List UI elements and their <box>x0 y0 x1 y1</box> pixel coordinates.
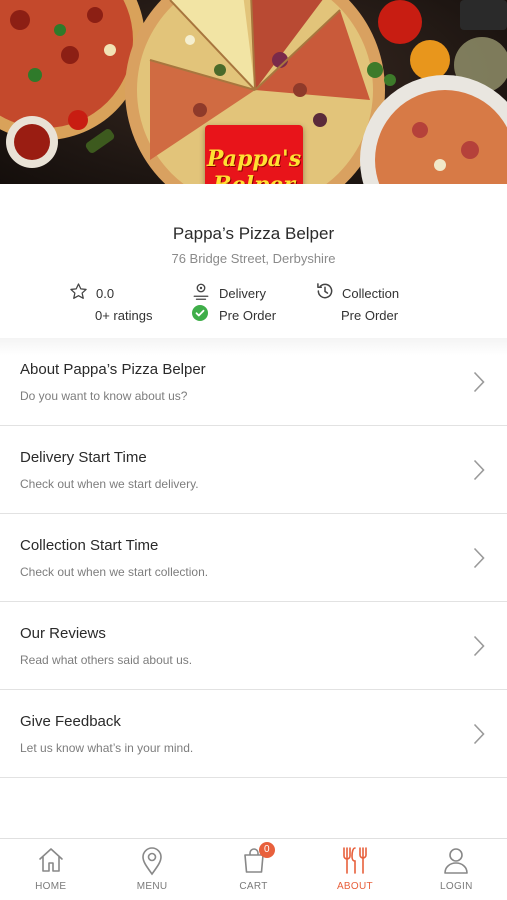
map-pin-icon <box>137 845 167 882</box>
rating-count: 0+ ratings <box>95 308 153 323</box>
delivery-status: Pre Order <box>219 308 277 323</box>
tab-home[interactable]: HOME <box>0 839 101 900</box>
clock-history-icon <box>315 281 335 306</box>
menu-item-delivery-start-time[interactable]: Delivery Start Time Check out when we st… <box>0 426 507 514</box>
menu-item-subtitle: Check out when we start collection. <box>20 565 209 579</box>
menu-item-subtitle: Read what others said about us. <box>20 653 193 667</box>
store-logo: Pappa's Belper <box>205 125 303 184</box>
tab-cart[interactable]: 0 CART <box>203 839 304 900</box>
rating-value: 0.0 <box>96 286 115 301</box>
info-menu-list: About Pappa’s Pizza Belper Do you want t… <box>0 338 507 778</box>
chevron-right-icon <box>473 371 485 398</box>
tab-label: HOME <box>35 881 67 892</box>
menu-item-subtitle: Check out when we start delivery. <box>20 477 199 491</box>
chevron-right-icon <box>473 723 485 750</box>
menu-item-title: Delivery Start Time <box>20 449 147 466</box>
menu-item-title: About Pappa’s Pizza Belper <box>20 361 206 378</box>
collection-label: Collection <box>342 286 400 301</box>
delivery-location-icon <box>192 281 210 306</box>
menu-item-collection-start-time[interactable]: Collection Start Time Check out when we … <box>0 514 507 602</box>
menu-item-subtitle: Do you want to know about us? <box>20 389 188 403</box>
hero-banner: Pappa's Belper <box>0 0 507 184</box>
tab-label: LOGIN <box>440 881 473 892</box>
user-icon <box>441 845 471 880</box>
check-circle-icon <box>192 305 208 326</box>
star-icon <box>69 282 88 306</box>
tab-label: MENU <box>136 881 168 892</box>
chevron-right-icon <box>473 635 485 662</box>
tab-login[interactable]: LOGIN <box>406 839 507 900</box>
menu-item-title: Collection Start Time <box>20 537 159 554</box>
tab-label: ABOUT <box>336 881 373 892</box>
menu-item-subtitle: Let us know what’s in your mind. <box>20 741 194 755</box>
logo-text-line1: Pappa's <box>206 146 302 172</box>
menu-item-title: Our Reviews <box>20 625 106 642</box>
tab-label: CART <box>239 881 268 892</box>
chevron-right-icon <box>473 547 485 574</box>
menu-item-title: Give Feedback <box>20 713 121 730</box>
collection-status: Pre Order <box>341 308 399 323</box>
cart-count-badge: 0 <box>258 842 275 858</box>
store-name: Pappa’s Pizza Belper <box>172 224 335 243</box>
tab-menu[interactable]: MENU <box>101 839 202 900</box>
menu-item-our-reviews[interactable]: Our Reviews Read what others said about … <box>0 602 507 690</box>
menu-item-about[interactable]: About Pappa’s Pizza Belper Do you want t… <box>0 338 507 426</box>
tab-about[interactable]: ABOUT <box>304 839 405 900</box>
home-icon <box>36 845 66 880</box>
delivery-label: Delivery <box>219 286 266 301</box>
logo-text-line2: Belper <box>213 172 295 184</box>
bottom-tab-bar: HOME MENU 0 CART ABOUT LOGIN <box>0 838 507 900</box>
store-address: 76 Bridge Street, Derbyshire <box>171 251 336 266</box>
menu-item-give-feedback[interactable]: Give Feedback Let us know what’s in your… <box>0 690 507 778</box>
chevron-right-icon <box>473 459 485 486</box>
cutlery-icon <box>338 845 372 880</box>
